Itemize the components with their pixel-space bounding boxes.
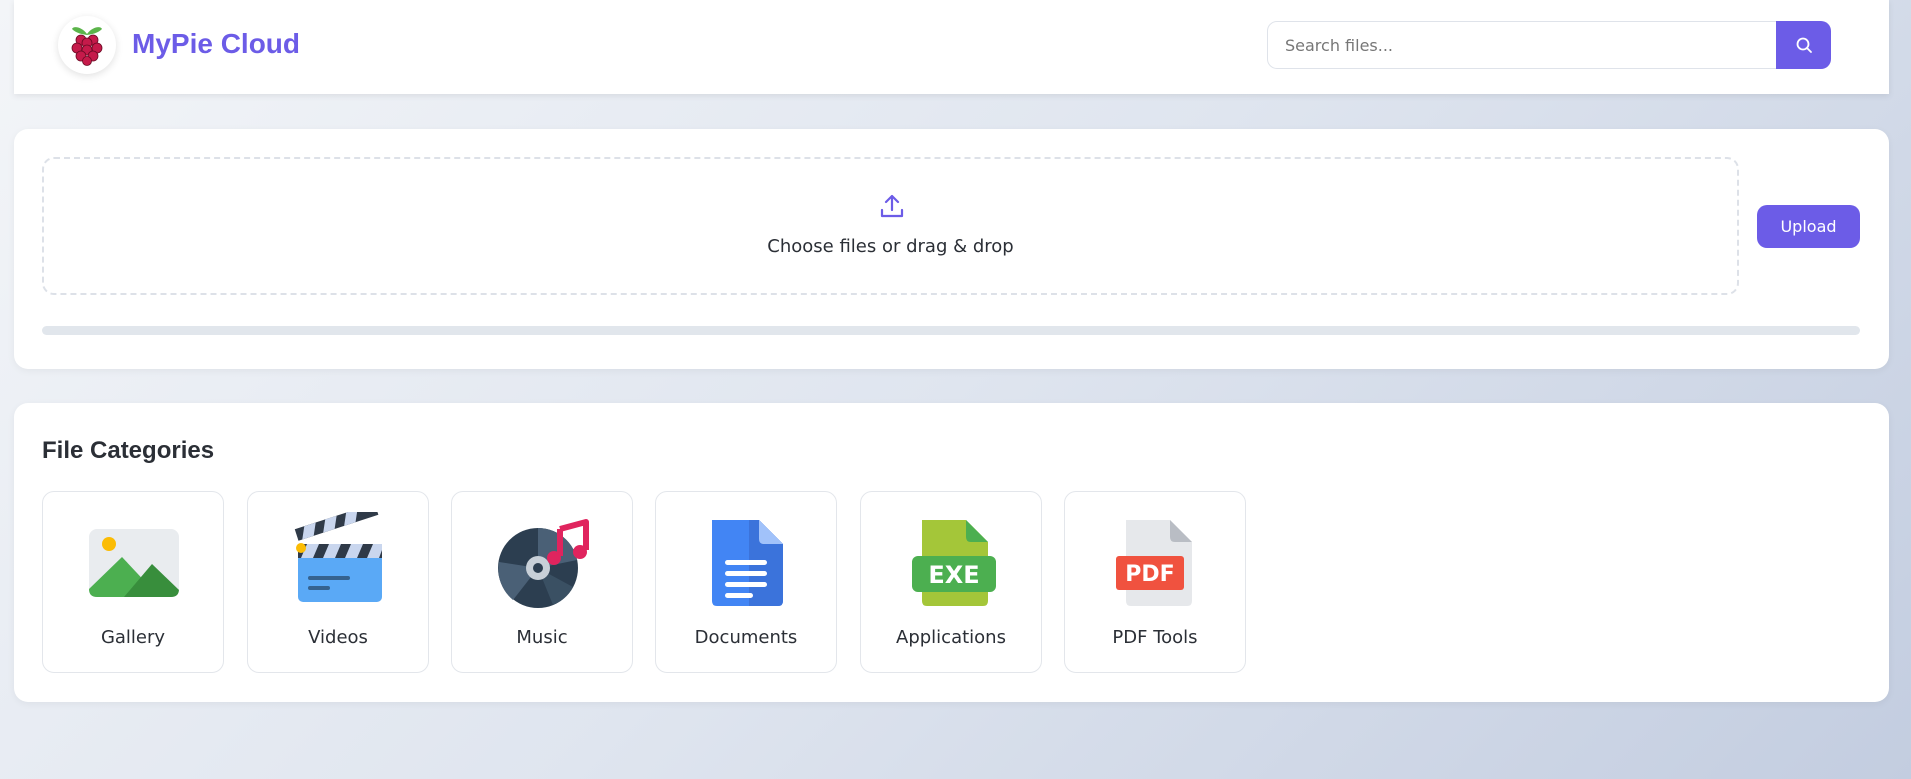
pdf-file-icon: PDF bbox=[1116, 520, 1192, 606]
clapperboard-icon bbox=[294, 512, 382, 602]
category-label: Applications bbox=[896, 627, 1006, 648]
category-applications[interactable]: EXE Applications bbox=[860, 491, 1042, 673]
music-disc-icon bbox=[498, 519, 589, 608]
category-label: PDF Tools bbox=[1112, 627, 1198, 648]
category-label: Gallery bbox=[100, 627, 166, 648]
pdf-badge-text: PDF bbox=[1125, 562, 1174, 587]
categories-panel: File Categories Gallery Videos Music Doc… bbox=[14, 403, 1889, 702]
category-label: Music bbox=[516, 627, 568, 648]
upload-button[interactable]: Upload bbox=[1757, 205, 1860, 248]
document-icon bbox=[712, 520, 783, 606]
dropzone-label: Choose files or drag & drop bbox=[767, 236, 1014, 257]
dropzone[interactable]: Choose files or drag & drop bbox=[42, 157, 1739, 295]
category-documents[interactable]: Documents bbox=[655, 491, 837, 673]
brand-title[interactable]: MyPie Cloud bbox=[132, 28, 300, 60]
upload-icon bbox=[880, 194, 904, 218]
image-icon bbox=[89, 529, 179, 597]
upload-panel: Choose files or drag & drop Upload bbox=[14, 129, 1889, 369]
category-pdf-tools[interactable]: PDF PDF Tools bbox=[1064, 491, 1246, 673]
exe-file-icon: EXE bbox=[912, 520, 996, 606]
category-videos[interactable]: Videos bbox=[247, 491, 429, 673]
category-gallery[interactable]: Gallery bbox=[42, 491, 224, 673]
category-music[interactable]: Music bbox=[451, 491, 633, 673]
search-input[interactable] bbox=[1268, 22, 1776, 68]
category-label: Documents bbox=[694, 627, 798, 648]
section-title: File Categories bbox=[42, 437, 215, 464]
upload-progress-bar bbox=[42, 326, 1860, 335]
search-icon bbox=[1796, 37, 1812, 53]
search-button[interactable] bbox=[1776, 21, 1831, 69]
search-field[interactable] bbox=[1267, 21, 1777, 69]
raspberry-icon bbox=[71, 27, 103, 66]
logo[interactable] bbox=[58, 16, 116, 74]
exe-badge-text: EXE bbox=[928, 561, 979, 589]
category-label: Videos bbox=[308, 627, 368, 648]
